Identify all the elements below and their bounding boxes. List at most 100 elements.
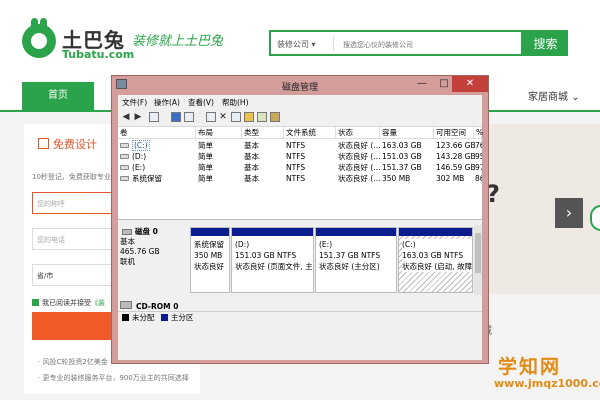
filesystem-cell: NTFS bbox=[286, 163, 306, 172]
capacity-cell: 163.03 GB bbox=[382, 141, 422, 150]
cdrom-icon bbox=[120, 301, 132, 309]
partition-status: 状态良好 (主分区) bbox=[319, 262, 380, 271]
search-button[interactable]: 搜索 bbox=[523, 30, 568, 56]
filesystem-cell: NTFS bbox=[286, 174, 306, 183]
disk-management-window[interactable]: 磁盘管理 — □ ✕ 文件(F) 操作(A) 查看(V) 帮助(H) ◀ ▶ ✕… bbox=[111, 75, 489, 364]
checkbox-checked-icon[interactable] bbox=[32, 299, 39, 306]
logo-face bbox=[31, 33, 47, 49]
table-row[interactable]: (E:) 简单 基本 NTFS 状态良好 (... 151.37 GB 146.… bbox=[118, 162, 482, 173]
column-header-capacity[interactable]: 容量 bbox=[380, 127, 434, 139]
close-button[interactable]: ✕ bbox=[452, 76, 488, 92]
capacity-cell: 151.37 GB bbox=[382, 163, 422, 172]
menu-file[interactable]: 文件(F) bbox=[122, 97, 147, 108]
type-cell: 基本 bbox=[244, 174, 259, 183]
site-header: 土巴兔 Tubatu.com 装修就上土巴兔 装修公司 ▾ 搜索 bbox=[0, 0, 600, 82]
unallocated-swatch bbox=[122, 314, 129, 321]
column-header-percent[interactable]: % bbox=[474, 127, 483, 139]
form-subtitle: 10秒登记，免费获取专业 bbox=[32, 173, 111, 181]
menu-action[interactable]: 操作(A) bbox=[154, 97, 180, 108]
properties-icon[interactable] bbox=[206, 112, 216, 122]
volume-name: 系统保留 bbox=[132, 174, 162, 183]
partition-legend: 未分配 主分区 bbox=[118, 311, 482, 324]
capacity-cell: 350 MB bbox=[382, 174, 411, 183]
menu-bar: 文件(F) 操作(A) 查看(V) 帮助(H) bbox=[118, 95, 482, 109]
search-input[interactable] bbox=[341, 36, 515, 54]
partition-e[interactable]: (E:) 151.37 GB NTFS 状态良好 (主分区) bbox=[315, 227, 397, 293]
agreement-link[interactable]: 《装 bbox=[91, 299, 105, 307]
volume-name: (C:) bbox=[132, 140, 150, 151]
table-row[interactable]: (D:) 简单 基本 NTFS 状态良好 (... 151.03 GB 143.… bbox=[118, 151, 482, 162]
site-watermark: 学知网 www.jmqz1000.com bbox=[480, 350, 600, 400]
column-header-layout[interactable]: 布局 bbox=[196, 127, 242, 139]
disk-0-size: 465.76 GB bbox=[120, 247, 160, 256]
search-box: 装修公司 ▾ bbox=[269, 30, 523, 56]
folder-open-icon[interactable] bbox=[244, 112, 254, 122]
column-header-filesystem[interactable]: 文件系统 bbox=[284, 127, 336, 139]
partition-system-reserved[interactable]: 系统保留 350 MB 状态良好 bbox=[190, 227, 230, 293]
column-header-status[interactable]: 状态 bbox=[336, 127, 380, 139]
volume-icon bbox=[120, 143, 129, 148]
search-category-select[interactable]: 装修公司 ▾ bbox=[277, 39, 316, 50]
partition-name: (C:) bbox=[402, 240, 416, 249]
volume-icon bbox=[120, 154, 129, 159]
free-space-cell: 146.59 GB bbox=[436, 163, 476, 172]
partition-name: (E:) bbox=[319, 240, 333, 249]
table-row[interactable]: 系统保留 简单 基本 NTFS 状态良好 (... 350 MB 302 MB … bbox=[118, 173, 482, 184]
nav-mall-tab[interactable]: 家居商城 ⌄ bbox=[528, 88, 580, 103]
nav-home-tab[interactable]: 首页 bbox=[22, 82, 94, 110]
copy-icon[interactable] bbox=[231, 112, 241, 122]
toolbar: ◀ ▶ ✕ bbox=[118, 109, 482, 127]
back-arrow-icon[interactable]: ◀ bbox=[121, 112, 131, 122]
primary-partition-swatch bbox=[160, 314, 168, 321]
volume-icon bbox=[120, 176, 129, 181]
filesystem-cell: NTFS bbox=[286, 152, 306, 161]
column-header-free-space[interactable]: 可用空间 bbox=[434, 127, 474, 139]
disk-0-header[interactable]: 磁盘 0 基本 465.76 GB 联机 bbox=[120, 227, 188, 293]
status-cell: 状态良好 (... bbox=[338, 163, 380, 172]
disk-graphical-view: 磁盘 0 基本 465.76 GB 联机 系统保留 350 MB 状态良好 (D… bbox=[118, 219, 482, 360]
edit-pen-icon bbox=[38, 138, 49, 149]
menu-help[interactable]: 帮助(H) bbox=[222, 97, 249, 108]
column-header-volume[interactable]: 卷 bbox=[118, 127, 196, 139]
scrollbar-thumb[interactable] bbox=[475, 233, 481, 273]
window-client-area: 文件(F) 操作(A) 查看(V) 帮助(H) ◀ ▶ ✕ 卷 布局 类型 文件… bbox=[118, 95, 483, 360]
column-header-type[interactable]: 类型 bbox=[242, 127, 284, 139]
type-cell: 基本 bbox=[244, 163, 259, 172]
partition-d[interactable]: (D:) 151.03 GB NTFS 状态良好 (页面文件, 主 bbox=[231, 227, 314, 293]
free-space-cell: 143.28 GB bbox=[436, 152, 476, 161]
search-icon[interactable] bbox=[257, 112, 267, 122]
disk-icon bbox=[122, 229, 132, 235]
partition-name: (D:) bbox=[235, 240, 250, 249]
disk-0-state: 联机 bbox=[120, 257, 135, 266]
delete-x-icon[interactable]: ✕ bbox=[218, 112, 228, 122]
menu-view[interactable]: 查看(V) bbox=[188, 97, 214, 108]
free-space-cell: 123.66 GB bbox=[436, 141, 476, 150]
free-space-cell: 302 MB bbox=[436, 174, 465, 183]
percent-cell: 86 bbox=[475, 174, 482, 183]
rabbit-logo-icon[interactable] bbox=[22, 18, 56, 58]
type-cell: 基本 bbox=[244, 152, 259, 161]
partition-name: 系统保留 bbox=[194, 240, 224, 249]
agree-checkbox-row[interactable]: 我已阅读并接受《装 bbox=[32, 298, 105, 308]
partition-c-selected[interactable]: (C:) 163.03 GB NTFS 状态良好 (启动, 故障转储 bbox=[398, 227, 473, 293]
brand-domain[interactable]: Tubatu.com bbox=[62, 48, 134, 61]
logo-ear-right bbox=[40, 18, 47, 32]
disk-0-type: 基本 bbox=[120, 237, 135, 246]
table-row[interactable]: (C:) 简单 基本 NTFS 状态良好 (... 163.03 GB 123.… bbox=[118, 140, 482, 151]
list-view-icon[interactable] bbox=[149, 112, 159, 122]
logo-ear-left bbox=[31, 18, 38, 32]
search-divider bbox=[333, 37, 334, 51]
layout-cell: 简单 bbox=[198, 174, 213, 183]
primary-partition-bar bbox=[191, 228, 229, 236]
explore-icon[interactable] bbox=[270, 112, 280, 122]
maximize-button[interactable]: □ bbox=[434, 76, 454, 92]
legend-primary: 主分区 bbox=[170, 313, 194, 322]
vertical-scrollbar[interactable] bbox=[474, 225, 482, 295]
brand-slogan: 装修就上土巴兔 bbox=[132, 34, 224, 49]
status-cell: 状态良好 (... bbox=[338, 141, 380, 150]
chevron-right-icon[interactable]: › bbox=[555, 198, 583, 228]
help-icon[interactable] bbox=[171, 112, 181, 122]
disk-view-icon[interactable] bbox=[184, 112, 194, 122]
minimize-button[interactable]: — bbox=[412, 76, 432, 92]
forward-arrow-icon[interactable]: ▶ bbox=[133, 112, 143, 122]
